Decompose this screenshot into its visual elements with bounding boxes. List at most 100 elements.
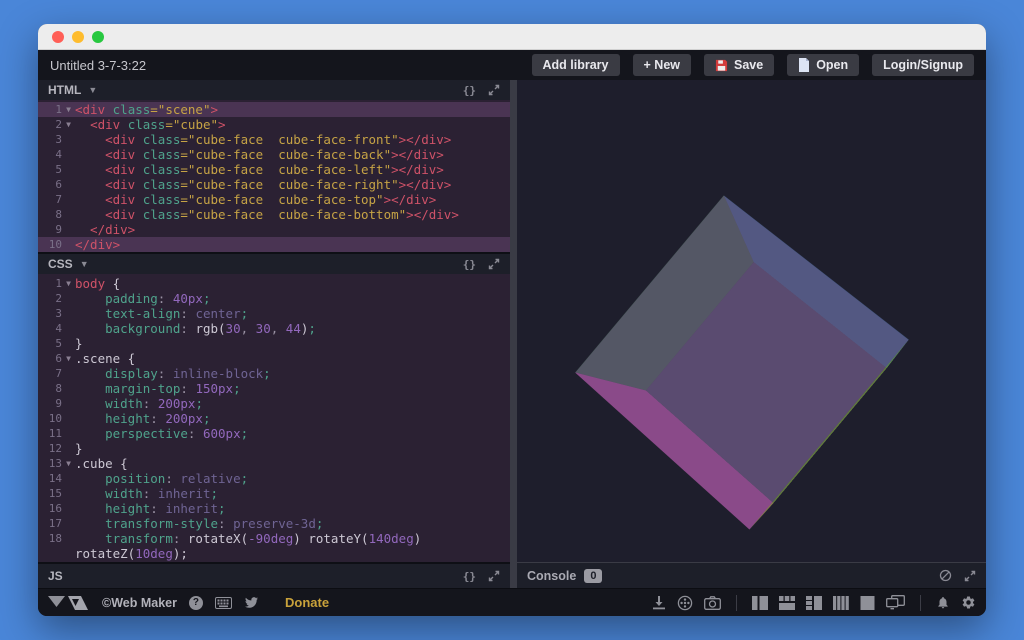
code-line[interactable]: 17 transform-style: preserve-3d; bbox=[38, 516, 510, 531]
zoom-window-button[interactable] bbox=[92, 31, 104, 43]
fold-arrow-icon[interactable]: ▼ bbox=[62, 102, 75, 117]
code-line[interactable]: 9 width: 200px; bbox=[38, 396, 510, 411]
fold-gutter bbox=[62, 441, 75, 456]
line-number: 13 bbox=[38, 456, 62, 471]
code-line[interactable]: 1▼<div class="scene"> bbox=[38, 102, 510, 117]
layout-top-panels-icon[interactable] bbox=[779, 596, 795, 610]
fold-arrow-icon[interactable]: ▼ bbox=[62, 117, 75, 132]
layout-left-list-icon[interactable] bbox=[806, 596, 822, 610]
code-line[interactable]: 2 padding: 40px; bbox=[38, 291, 510, 306]
code-text: position: relative; bbox=[75, 471, 510, 486]
code-text: .cube { bbox=[75, 456, 510, 471]
code-line[interactable]: 10</div> bbox=[38, 237, 510, 252]
help-icon[interactable]: ? bbox=[189, 596, 203, 610]
code-line[interactable]: 7 <div class="cube-face cube-face-top"><… bbox=[38, 192, 510, 207]
html-pane-header: HTML ▼ {} bbox=[38, 80, 510, 100]
new-button[interactable]: + New bbox=[633, 54, 691, 76]
css-editor[interactable]: 1▼body {2 padding: 40px;3 text-align: ce… bbox=[38, 274, 510, 562]
bell-icon[interactable] bbox=[936, 595, 950, 610]
fold-arrow-icon[interactable]: ▼ bbox=[62, 351, 75, 366]
donate-link[interactable]: Donate bbox=[285, 595, 329, 610]
code-line[interactable]: 14 position: relative; bbox=[38, 471, 510, 486]
editor-preview-splitter[interactable] bbox=[510, 80, 517, 588]
line-number: 5 bbox=[38, 336, 62, 351]
fold-gutter bbox=[62, 321, 75, 336]
camera-icon[interactable] bbox=[704, 596, 721, 610]
login-signup-button[interactable]: Login/Signup bbox=[872, 54, 974, 76]
css-pane-label: CSS bbox=[48, 257, 73, 271]
code-line[interactable]: 13▼.cube { bbox=[38, 456, 510, 471]
file-icon bbox=[798, 58, 810, 72]
code-line[interactable]: 6 <div class="cube-face cube-face-right"… bbox=[38, 177, 510, 192]
fold-gutter bbox=[62, 207, 75, 222]
code-line[interactable]: 6▼.scene { bbox=[38, 351, 510, 366]
code-line[interactable]: 8 <div class="cube-face cube-face-bottom… bbox=[38, 207, 510, 222]
code-line[interactable]: 4 <div class="cube-face cube-face-back">… bbox=[38, 147, 510, 162]
console-bar[interactable]: Console 0 bbox=[517, 562, 986, 588]
fold-arrow-icon[interactable]: ▼ bbox=[62, 456, 75, 471]
code-line[interactable]: 15 width: inherit; bbox=[38, 486, 510, 501]
code-line[interactable]: 11 perspective: 600px; bbox=[38, 426, 510, 441]
code-line[interactable]: 2▼ <div class="cube"> bbox=[38, 117, 510, 132]
close-window-button[interactable] bbox=[52, 31, 64, 43]
save-button[interactable]: Save bbox=[704, 54, 774, 76]
code-line[interactable]: 5} bbox=[38, 336, 510, 351]
line-number: 7 bbox=[38, 366, 62, 381]
fold-arrow-icon[interactable]: ▼ bbox=[62, 276, 75, 291]
code-text: perspective: 600px; bbox=[75, 426, 510, 441]
code-line[interactable]: 1▼body { bbox=[38, 276, 510, 291]
chevron-down-icon[interactable]: ▼ bbox=[88, 85, 97, 95]
line-number: 6 bbox=[38, 177, 62, 192]
fold-gutter bbox=[62, 426, 75, 441]
line-number: 10 bbox=[38, 237, 62, 252]
fold-gutter bbox=[62, 132, 75, 147]
layout-left-panel-icon[interactable] bbox=[752, 596, 768, 610]
app-window: Untitled 3-7-3:22 Add library + New Save… bbox=[38, 24, 986, 616]
code-line[interactable]: 7 display: inline-block; bbox=[38, 366, 510, 381]
code-text: <div class="cube-face cube-face-bottom">… bbox=[75, 207, 510, 222]
layout-full-icon[interactable] bbox=[860, 596, 875, 610]
code-text: rotateZ(10deg); bbox=[75, 546, 510, 561]
code-text: background: rgb(30, 30, 44); bbox=[75, 321, 510, 336]
layout-columns-icon[interactable] bbox=[833, 596, 849, 610]
code-line[interactable]: 16 height: inherit; bbox=[38, 501, 510, 516]
html-editor[interactable]: 1▼<div class="scene">2▼ <div class="cube… bbox=[38, 100, 510, 252]
code-line[interactable]: rotateZ(10deg); bbox=[38, 546, 510, 561]
format-code-icon[interactable]: {} bbox=[463, 258, 476, 271]
fold-gutter bbox=[62, 471, 75, 486]
code-text: <div class="cube-face cube-face-left"></… bbox=[75, 162, 510, 177]
code-line[interactable]: 5 <div class="cube-face cube-face-left">… bbox=[38, 162, 510, 177]
code-line[interactable]: 18 transform: rotateX(-90deg) rotateY(14… bbox=[38, 531, 510, 546]
code-line[interactable]: 3 <div class="cube-face cube-face-front"… bbox=[38, 132, 510, 147]
detached-window-icon[interactable] bbox=[886, 595, 905, 610]
clear-console-icon[interactable] bbox=[939, 569, 952, 582]
format-code-icon[interactable]: {} bbox=[463, 570, 476, 583]
chevron-down-icon[interactable]: ▼ bbox=[80, 259, 89, 269]
code-line[interactable]: 10 height: 200px; bbox=[38, 411, 510, 426]
code-line[interactable]: 8 margin-top: 150px; bbox=[38, 381, 510, 396]
code-line[interactable]: 12} bbox=[38, 441, 510, 456]
expand-pane-icon[interactable] bbox=[488, 84, 500, 96]
expand-pane-icon[interactable] bbox=[488, 570, 500, 582]
add-library-button[interactable]: Add library bbox=[532, 54, 620, 76]
film-reel-icon[interactable] bbox=[677, 595, 693, 611]
code-line[interactable]: 3 text-align: center; bbox=[38, 306, 510, 321]
expand-pane-icon[interactable] bbox=[488, 258, 500, 270]
code-line[interactable]: 4 background: rgb(30, 30, 44); bbox=[38, 321, 510, 336]
preview-body bbox=[517, 80, 986, 562]
download-icon[interactable] bbox=[652, 595, 666, 610]
console-label: Console bbox=[527, 569, 576, 583]
code-line[interactable]: 9 </div> bbox=[38, 222, 510, 237]
gear-icon[interactable] bbox=[961, 595, 976, 610]
js-pane-header: JS {} bbox=[38, 564, 510, 588]
minimize-window-button[interactable] bbox=[72, 31, 84, 43]
line-number: 1 bbox=[38, 276, 62, 291]
open-button[interactable]: Open bbox=[787, 54, 859, 76]
keyboard-icon[interactable] bbox=[215, 597, 232, 609]
line-number: 11 bbox=[38, 426, 62, 441]
line-number: 14 bbox=[38, 471, 62, 486]
twitter-icon[interactable] bbox=[244, 596, 259, 609]
expand-console-icon[interactable] bbox=[964, 570, 976, 582]
format-code-icon[interactable]: {} bbox=[463, 84, 476, 97]
toolbar: Untitled 3-7-3:22 Add library + New Save… bbox=[38, 50, 986, 80]
